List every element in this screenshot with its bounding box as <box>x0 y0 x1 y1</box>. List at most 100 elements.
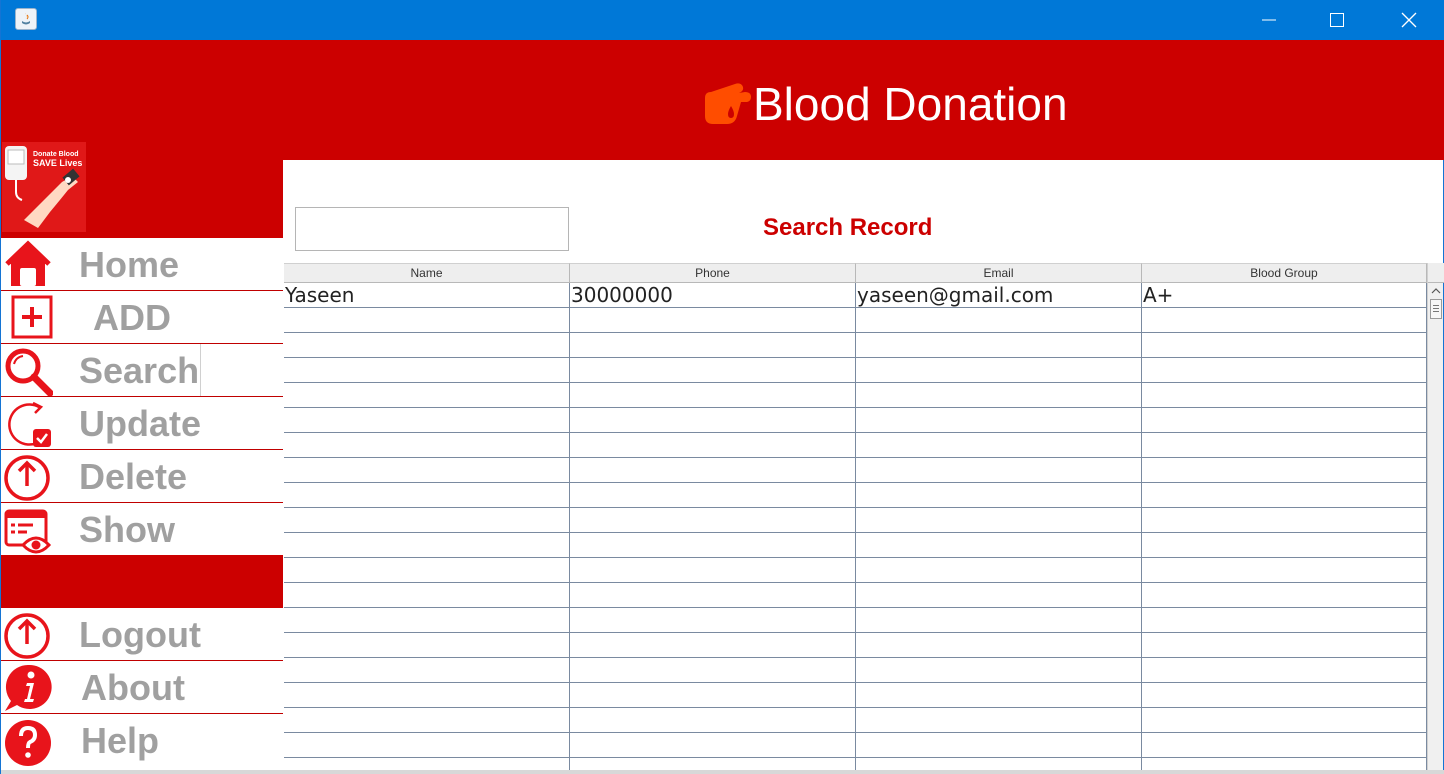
cell-name[interactable] <box>284 533 570 558</box>
scrollbar-thumb[interactable] <box>1430 299 1442 319</box>
sidebar-item-show[interactable]: Show <box>1 503 283 556</box>
cell-name[interactable] <box>284 608 570 633</box>
search-input[interactable] <box>295 207 569 251</box>
sidebar-item-add[interactable]: ADD <box>1 291 283 344</box>
cell-email[interactable] <box>856 558 1142 583</box>
sidebar-item-search[interactable]: Search <box>1 344 283 397</box>
cell-phone[interactable] <box>570 708 856 733</box>
cell-blood-group[interactable] <box>1142 358 1427 383</box>
sidebar-item-about[interactable]: About <box>1 661 283 714</box>
cell-phone[interactable] <box>570 533 856 558</box>
cell-blood-group[interactable] <box>1142 608 1427 633</box>
table-row[interactable] <box>284 358 1427 383</box>
table-row[interactable] <box>284 633 1427 658</box>
cell-phone[interactable]: 30000000 <box>570 283 856 308</box>
sidebar-item-logout[interactable]: Logout <box>1 608 283 661</box>
cell-blood-group[interactable] <box>1142 308 1427 333</box>
cell-name[interactable] <box>284 583 570 608</box>
cell-name[interactable] <box>284 458 570 483</box>
cell-email[interactable] <box>856 583 1142 608</box>
column-header-email[interactable]: Email <box>856 263 1142 283</box>
cell-phone[interactable] <box>570 683 856 708</box>
table-row[interactable] <box>284 608 1427 633</box>
cell-email[interactable] <box>856 708 1142 733</box>
cell-name[interactable] <box>284 733 570 758</box>
table-row[interactable] <box>284 733 1427 758</box>
cell-phone[interactable] <box>570 358 856 383</box>
cell-blood-group[interactable] <box>1142 708 1427 733</box>
cell-phone[interactable] <box>570 483 856 508</box>
table-row[interactable] <box>284 708 1427 733</box>
table-row[interactable]: Yaseen 30000000 yaseen@gmail.com A+ <box>284 283 1427 308</box>
cell-phone[interactable] <box>570 733 856 758</box>
scroll-up-icon[interactable] <box>1428 283 1444 299</box>
table-row[interactable] <box>284 458 1427 483</box>
cell-blood-group[interactable] <box>1142 508 1427 533</box>
cell-blood-group[interactable] <box>1142 683 1427 708</box>
cell-phone[interactable] <box>570 583 856 608</box>
close-button[interactable] <box>1379 0 1439 40</box>
cell-name[interactable]: Yaseen <box>284 283 570 308</box>
cell-email[interactable] <box>856 308 1142 333</box>
table-row[interactable] <box>284 558 1427 583</box>
minimize-button[interactable] <box>1239 0 1299 40</box>
table-row[interactable] <box>284 483 1427 508</box>
cell-blood-group[interactable] <box>1142 633 1427 658</box>
cell-name[interactable] <box>284 508 570 533</box>
cell-name[interactable] <box>284 383 570 408</box>
cell-name[interactable] <box>284 483 570 508</box>
column-header-name[interactable]: Name <box>284 263 570 283</box>
cell-blood-group[interactable] <box>1142 458 1427 483</box>
cell-name[interactable] <box>284 333 570 358</box>
cell-name[interactable] <box>284 558 570 583</box>
records-table[interactable]: Name Phone Email Blood Group Yaseen 30000… <box>284 263 1427 774</box>
cell-name[interactable] <box>284 408 570 433</box>
cell-blood-group[interactable] <box>1142 408 1427 433</box>
cell-phone[interactable] <box>570 558 856 583</box>
maximize-button[interactable] <box>1307 0 1367 40</box>
cell-email[interactable] <box>856 608 1142 633</box>
sidebar-item-update[interactable]: Update <box>1 397 283 450</box>
sidebar-item-home[interactable]: Home <box>1 238 283 291</box>
cell-blood-group[interactable] <box>1142 583 1427 608</box>
table-row[interactable] <box>284 583 1427 608</box>
cell-name[interactable] <box>284 683 570 708</box>
vertical-scrollbar[interactable] <box>1427 263 1444 774</box>
table-row[interactable] <box>284 333 1427 358</box>
cell-phone[interactable] <box>570 383 856 408</box>
cell-blood-group[interactable] <box>1142 533 1427 558</box>
cell-email[interactable] <box>856 408 1142 433</box>
sidebar-item-help[interactable]: Help <box>1 714 283 767</box>
cell-phone[interactable] <box>570 608 856 633</box>
cell-email[interactable] <box>856 483 1142 508</box>
cell-phone[interactable] <box>570 633 856 658</box>
table-row[interactable] <box>284 533 1427 558</box>
cell-email[interactable] <box>856 383 1142 408</box>
cell-blood-group[interactable] <box>1142 383 1427 408</box>
cell-name[interactable] <box>284 308 570 333</box>
column-header-blood-group[interactable]: Blood Group <box>1142 263 1427 283</box>
cell-name[interactable] <box>284 633 570 658</box>
cell-phone[interactable] <box>570 408 856 433</box>
cell-phone[interactable] <box>570 508 856 533</box>
cell-name[interactable] <box>284 708 570 733</box>
cell-phone[interactable] <box>570 433 856 458</box>
table-row[interactable] <box>284 508 1427 533</box>
cell-blood-group[interactable] <box>1142 733 1427 758</box>
cell-email[interactable] <box>856 433 1142 458</box>
cell-blood-group[interactable] <box>1142 333 1427 358</box>
table-row[interactable] <box>284 683 1427 708</box>
table-row[interactable] <box>284 433 1427 458</box>
cell-email[interactable] <box>856 633 1142 658</box>
cell-name[interactable] <box>284 358 570 383</box>
cell-email[interactable] <box>856 358 1142 383</box>
cell-blood-group[interactable] <box>1142 558 1427 583</box>
cell-email[interactable] <box>856 683 1142 708</box>
cell-email[interactable] <box>856 658 1142 683</box>
cell-blood-group[interactable] <box>1142 658 1427 683</box>
cell-name[interactable] <box>284 658 570 683</box>
title-bar[interactable] <box>1 0 1444 40</box>
cell-phone[interactable] <box>570 308 856 333</box>
cell-blood-group[interactable]: A+ <box>1142 283 1427 308</box>
column-header-phone[interactable]: Phone <box>570 263 856 283</box>
